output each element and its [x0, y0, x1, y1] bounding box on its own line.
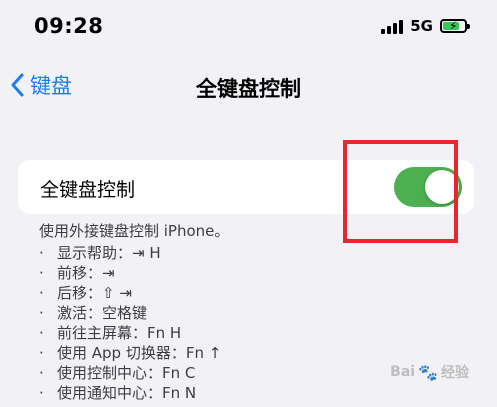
page-title: 全键盘控制: [196, 77, 301, 101]
shortcut-item: 使用 App 切换器：Fn ↑: [39, 343, 229, 363]
shortcut-item: 前移：⇥: [39, 263, 229, 283]
network-type: 5G: [410, 17, 433, 35]
watermark: Bai 🐾 经验: [390, 362, 469, 382]
watermark-suffix: 经验: [441, 365, 469, 381]
status-bar: 09:28 5G ⚡: [0, 0, 497, 60]
shortcut-item: 使用通知中心：Fn N: [39, 383, 229, 403]
navigation-bar: 键盘 全键盘控制: [0, 60, 497, 110]
shortcut-item: 使用控制中心：Fn C: [39, 363, 229, 383]
battery-charging-icon: ⚡: [440, 19, 470, 33]
status-time: 09:28: [34, 14, 104, 38]
setting-label: 全键盘控制: [40, 179, 136, 201]
paw-icon: 🐾: [418, 362, 438, 382]
signal-icon: [381, 18, 404, 34]
annotation-highlight-box: [343, 140, 458, 243]
shortcut-list: 显示帮助：⇥ H前移：⇥后移：⇧ ⇥激活：空格键前往主屏幕：Fn H使用 App…: [39, 243, 229, 403]
shortcut-item: 激活：空格键: [39, 303, 229, 323]
description-intro: 使用外接键盘控制 iPhone。: [39, 222, 230, 240]
description: 使用外接键盘控制 iPhone。 显示帮助：⇥ H前移：⇥后移：⇧ ⇥激活：空格…: [39, 221, 229, 403]
status-icons: 5G ⚡: [381, 17, 470, 35]
watermark-brand: Bai: [390, 364, 416, 380]
shortcut-item: 后移：⇧ ⇥: [39, 283, 229, 303]
shortcut-item: 前往主屏幕：Fn H: [39, 323, 229, 343]
shortcut-item: 显示帮助：⇥ H: [39, 243, 229, 263]
